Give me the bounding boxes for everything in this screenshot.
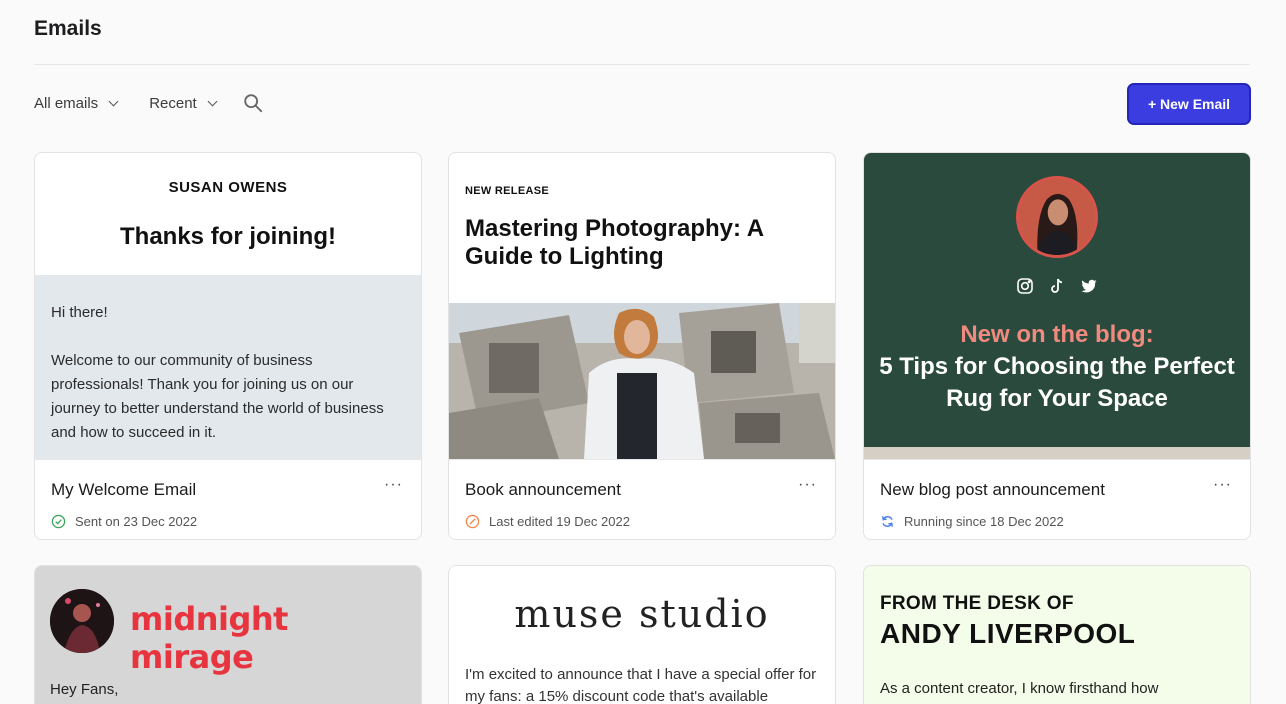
preview-kicker: FROM THE DESK OF [880,593,1074,614]
sort-dropdown[interactable]: Recent [149,94,218,112]
filter-bar: All emails Recent [34,92,264,114]
instagram-icon[interactable] [1016,277,1034,295]
card-meta: Book announcement ··· Last edited 19 Dec… [449,459,835,539]
preview-strip [864,447,1250,459]
sort-label: Recent [149,94,197,112]
preview-brand: midnight mirage [130,600,288,676]
card-meta: My Welcome Email ··· Sent on 23 Dec 2022 [35,459,421,539]
email-status: Running since 18 Dec 2022 [880,514,1064,529]
email-preview[interactable]: midnight mirage Hey Fans, [35,566,421,704]
photo-image [449,303,835,459]
preview-brand: ANDY LIVERPOOL [880,618,1136,649]
preview-heading: Mastering Photography: A Guide to Lighti… [465,215,764,270]
preview-brand: muse studio [514,592,770,636]
page-title: Emails [34,17,102,40]
twitter-icon[interactable] [1080,277,1098,295]
status-text: Last edited 19 Dec 2022 [489,514,630,529]
header-divider [34,64,1250,65]
email-card-blog[interactable]: New on the blog: 5 Tips for Choosing the… [863,152,1251,540]
preview-brand: SUSAN OWENS [168,179,288,196]
more-options-icon[interactable]: ··· [384,476,403,494]
avatar [1016,176,1098,258]
social-links [864,277,1250,295]
check-circle-icon [51,514,66,529]
emails-page: Emails All emails Recent + New Email SUS… [0,0,1286,704]
sync-icon [882,516,893,527]
email-status: Sent on 23 Dec 2022 [51,514,197,529]
preview-text: Welcome to our community of business pro… [51,352,384,441]
preview-greeting: Hi there! [51,304,108,321]
tiktok-icon[interactable] [1048,277,1066,295]
card-meta: New blog post announcement ··· Running s… [864,459,1250,539]
status-text: Running since 18 Dec 2022 [904,514,1064,529]
email-name[interactable]: Book announcement [465,480,621,500]
all-emails-label: All emails [34,94,99,112]
email-preview[interactable]: New on the blog: 5 Tips for Choosing the… [864,153,1250,459]
email-preview[interactable]: NEW RELEASE Mastering Photography: A Gui… [449,153,835,459]
email-preview[interactable]: muse studio I'm excited to announce that… [449,566,835,704]
preview-heading: 5 Tips for Choosing the Perfect Rug for … [879,353,1235,412]
preview-body: Hi there! Welcome to our community of bu… [35,275,421,459]
email-name[interactable]: New blog post announcement [880,480,1105,500]
preview-kicker: NEW RELEASE [465,185,549,197]
email-name[interactable]: My Welcome Email [51,480,196,500]
email-card-welcome[interactable]: SUSAN OWENS Thanks for joining! Hi there… [34,152,422,540]
preview-body: Hey Fans, [50,681,119,698]
avatar-image [50,589,114,653]
chevron-down-icon [108,96,119,106]
email-card-book[interactable]: NEW RELEASE Mastering Photography: A Gui… [448,152,836,540]
new-email-button[interactable]: + New Email [1127,83,1251,125]
email-card-andy-liverpool[interactable]: FROM THE DESK OF ANDY LIVERPOOL As a con… [863,565,1251,704]
more-options-icon[interactable]: ··· [798,476,817,494]
email-status: Last edited 19 Dec 2022 [465,514,630,529]
preview-heading: Thanks for joining! [120,223,336,250]
email-card-midnight-mirage[interactable]: midnight mirage Hey Fans, [34,565,422,704]
edit-circle-icon [465,514,480,529]
avatar-image [1019,179,1095,255]
avatar [50,589,114,653]
preview-kicker: New on the blog: [960,321,1154,348]
chevron-down-icon [207,96,218,106]
preview-body: I'm excited to announce that I have a sp… [465,666,817,704]
search-icon[interactable] [242,92,264,114]
preview-body: As a content creator, I know firsthand h… [880,680,1159,697]
status-text: Sent on 23 Dec 2022 [75,514,198,529]
email-preview[interactable]: SUSAN OWENS Thanks for joining! Hi there… [35,153,421,459]
all-emails-dropdown[interactable]: All emails [34,94,119,112]
more-options-icon[interactable]: ··· [1213,476,1232,494]
email-card-muse-studio[interactable]: muse studio I'm excited to announce that… [448,565,836,704]
email-preview[interactable]: FROM THE DESK OF ANDY LIVERPOOL As a con… [864,566,1250,704]
